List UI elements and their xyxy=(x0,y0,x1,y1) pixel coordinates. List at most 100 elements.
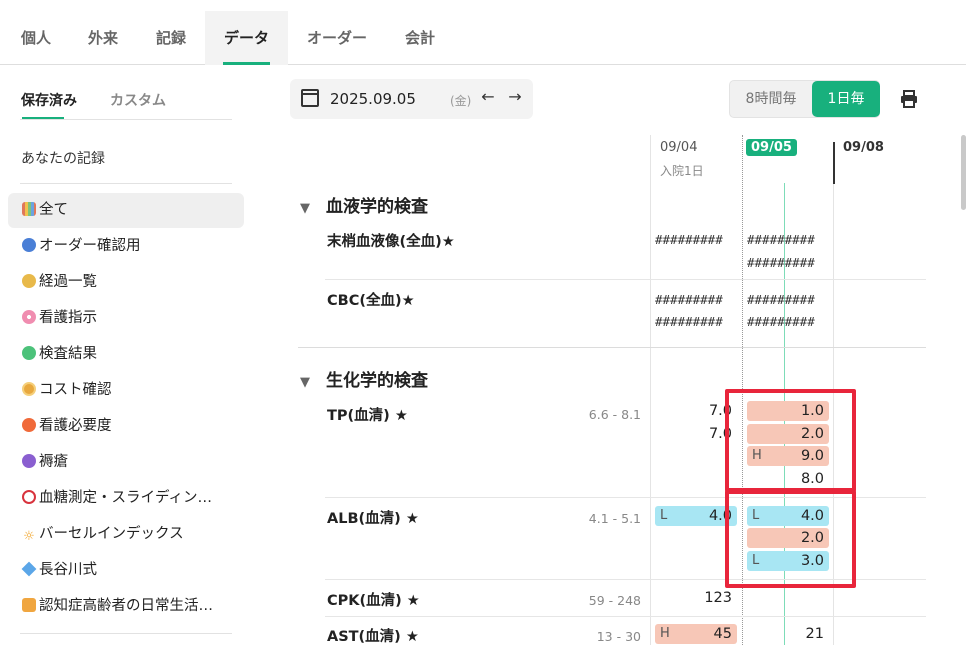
row-name: ALB(血清) ★ xyxy=(327,511,419,527)
sidebar-section-label: あなたの記録 xyxy=(21,151,105,167)
cell-value: 21 xyxy=(805,626,824,642)
sidebar-item-label: 長谷川式 xyxy=(39,562,97,578)
row-name: CBC(全血)★ xyxy=(327,293,415,309)
sidebar-item-label: コスト確認 xyxy=(39,382,112,398)
row-name: 末梢血液像(全血)★ xyxy=(327,234,455,250)
high-flag: H xyxy=(660,626,670,641)
sidebar-item-label: 血糖測定・スライディン… xyxy=(39,490,212,506)
sidebar-item-nursing-orders[interactable]: 看護指示 xyxy=(8,301,244,336)
row-divider xyxy=(325,616,926,617)
sidebar-item-cost-check[interactable]: コスト確認 xyxy=(8,373,244,408)
chevron-down-icon: ▼ xyxy=(300,375,310,390)
print-icon[interactable] xyxy=(899,89,919,109)
tab-billing[interactable]: 会計 xyxy=(389,11,451,65)
sidebar-item-label: 全て xyxy=(39,202,68,218)
cell-value: 123 xyxy=(704,590,732,606)
divider xyxy=(20,119,232,120)
green-circle-icon xyxy=(22,346,36,360)
sidebar-item-label: 検査結果 xyxy=(39,346,97,362)
reference-range: 13 - 30 xyxy=(596,629,641,644)
column-date-0908: 09/08 xyxy=(843,140,884,155)
highlight-box xyxy=(725,389,856,492)
reference-range: 4.1 - 5.1 xyxy=(588,511,641,526)
section-title: 血液学的検査 xyxy=(326,197,428,217)
divider xyxy=(20,183,232,184)
cell-value: ######### xyxy=(747,255,815,270)
sidebar-item-dementia[interactable]: 認知症高齢者の日常生活… xyxy=(8,589,244,624)
scrollbar[interactable] xyxy=(961,135,966,210)
active-tab-underline xyxy=(223,62,270,65)
yellow-circle-icon xyxy=(22,274,36,288)
cell-value: ######### xyxy=(747,314,815,329)
cell-value: ######### xyxy=(747,292,815,307)
section-header-blood[interactable]: ▼ 血液学的検査 xyxy=(300,192,428,217)
row-name: AST(血清) ★ xyxy=(327,629,419,645)
low-flag: L xyxy=(660,508,668,523)
next-date-arrow-icon[interactable]: → xyxy=(505,87,525,106)
cell-value-high: H 45 xyxy=(655,624,737,644)
interval-8h-button[interactable]: 8時間毎 xyxy=(730,81,812,117)
sidebar-item-order-check[interactable]: オーダー確認用 xyxy=(8,229,244,264)
row-name: CPK(血清) ★ xyxy=(327,593,420,609)
sidebar-tab-custom[interactable]: カスタム xyxy=(110,90,166,110)
tab-outpatient[interactable]: 外来 xyxy=(72,11,134,65)
sidebar-item-pressure-ulcer[interactable]: 褥瘡 xyxy=(8,445,244,480)
calendar-icon xyxy=(301,89,319,107)
sidebar-item-label: 看護必要度 xyxy=(39,418,112,434)
sidebar-item-all[interactable]: 全て xyxy=(8,193,244,228)
tab-personal[interactable]: 個人 xyxy=(5,11,67,65)
sidebar-item-barthel[interactable]: ☼ バーセルインデックス xyxy=(8,517,244,552)
admission-day-label: 入院1日 xyxy=(660,164,704,178)
cell-number: 45 xyxy=(713,626,732,642)
date-value: 2025.09.05 xyxy=(330,90,416,108)
column-divider xyxy=(650,135,651,645)
prev-date-arrow-icon[interactable]: ← xyxy=(478,87,498,106)
sidebar-item-label: オーダー確認用 xyxy=(39,238,141,254)
column-date-0905-badge: 09/05 xyxy=(746,139,797,156)
orange-circle-icon xyxy=(22,418,36,432)
row-name: TP(血清) ★ xyxy=(327,408,408,424)
coin-icon xyxy=(22,382,36,396)
tab-label: 会計 xyxy=(404,29,435,47)
date-picker[interactable]: 2025.09.05 (金) ← → xyxy=(290,79,533,119)
tab-data[interactable]: データ xyxy=(205,11,288,65)
cell-value: ######### xyxy=(655,314,723,329)
purple-circle-icon xyxy=(22,454,36,468)
highlight-box xyxy=(725,490,856,588)
tab-records[interactable]: 記録 xyxy=(140,11,202,65)
cherry-blossom-icon xyxy=(22,310,36,324)
sidebar-item-label: 褥瘡 xyxy=(39,454,68,470)
sidebar-item-progress[interactable]: 経過一覧 xyxy=(8,265,244,300)
interval-1d-button[interactable]: 1日毎 xyxy=(812,81,880,117)
sidebar-tab-saved[interactable]: 保存済み xyxy=(21,90,77,110)
cell-value: ######### xyxy=(655,292,723,307)
day-of-week: (金) xyxy=(450,94,472,108)
orange-square-icon xyxy=(22,598,36,612)
sidebar-item-label: 看護指示 xyxy=(39,310,97,326)
blue-circle-icon xyxy=(22,238,36,252)
sidebar-item-hasegawa[interactable]: 長谷川式 xyxy=(8,553,244,588)
cell-value: ######### xyxy=(747,232,815,247)
column-divider xyxy=(833,142,835,184)
sidebar-item-test-results[interactable]: 検査結果 xyxy=(8,337,244,372)
top-navigation: 個人 外来 記録 データ オーダー 会計 xyxy=(0,0,966,65)
sidebar-item-glucose[interactable]: 血糖測定・スライディン… xyxy=(8,481,244,516)
section-header-biochem[interactable]: ▼ 生化学的検査 xyxy=(300,366,428,391)
section-divider xyxy=(298,347,926,348)
grid-icon xyxy=(22,202,36,216)
cell-value: ######### xyxy=(655,232,723,247)
sidebar-item-label: 経過一覧 xyxy=(39,274,97,290)
tab-label: オーダー xyxy=(306,29,367,47)
divider xyxy=(20,633,232,634)
column-date-0904: 09/04 xyxy=(660,140,698,155)
tab-orders[interactable]: オーダー xyxy=(297,11,377,65)
blue-diamond-icon xyxy=(21,561,37,577)
sidebar-item-nursing-need[interactable]: 看護必要度 xyxy=(8,409,244,444)
row-divider xyxy=(325,279,926,280)
tab-label: データ xyxy=(223,29,269,47)
red-ring-icon xyxy=(22,490,36,504)
reference-range: 59 - 248 xyxy=(588,593,641,608)
sun-icon: ☼ xyxy=(23,529,35,544)
tab-label: 個人 xyxy=(20,29,51,47)
tab-label: 記録 xyxy=(155,29,186,47)
